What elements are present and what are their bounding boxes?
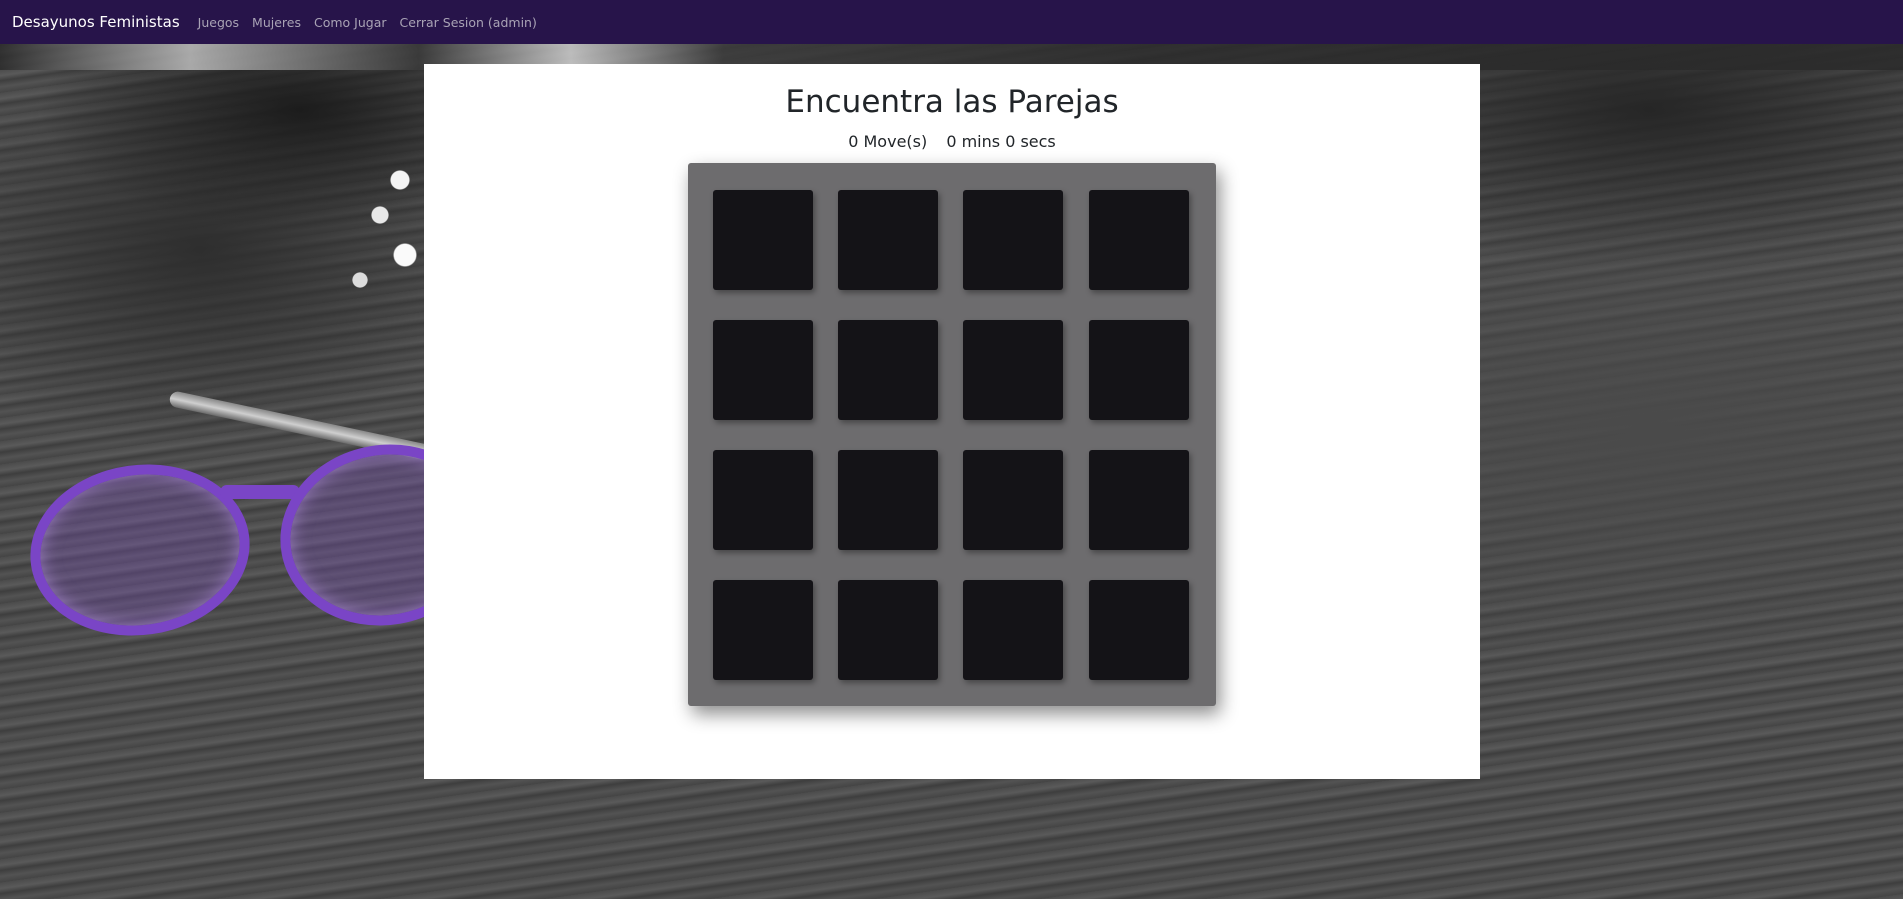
memory-card[interactable]: [838, 580, 938, 680]
memory-card[interactable]: [1089, 320, 1189, 420]
memory-card[interactable]: [713, 190, 813, 290]
memory-card[interactable]: [963, 190, 1063, 290]
memory-card[interactable]: [963, 450, 1063, 550]
game-panel: Encuentra las Parejas 0 Move(s) 0 mins 0…: [424, 64, 1480, 779]
glasses-bridge: [220, 485, 300, 499]
timer: 0 mins 0 secs: [946, 132, 1056, 151]
card-deck: [688, 163, 1216, 706]
memory-card[interactable]: [838, 450, 938, 550]
glasses-lens-left: [19, 450, 261, 650]
background-glasses: [19, 428, 505, 650]
nav-link-cerrar-sesion[interactable]: Cerrar Sesion (admin): [400, 15, 537, 30]
navbar-brand[interactable]: Desayunos Feministas: [12, 13, 180, 31]
nav-link-juegos[interactable]: Juegos: [198, 15, 239, 30]
memory-card[interactable]: [713, 450, 813, 550]
memory-card[interactable]: [713, 580, 813, 680]
nav-link-mujeres[interactable]: Mujeres: [252, 15, 301, 30]
memory-card[interactable]: [963, 320, 1063, 420]
memory-card[interactable]: [838, 320, 938, 420]
memory-card[interactable]: [1089, 190, 1189, 290]
memory-card[interactable]: [963, 580, 1063, 680]
memory-card[interactable]: [1089, 580, 1189, 680]
nav-link-como-jugar[interactable]: Como Jugar: [314, 15, 387, 30]
memory-card[interactable]: [713, 320, 813, 420]
page-title: Encuentra las Parejas: [785, 84, 1119, 120]
score-panel: 0 Move(s) 0 mins 0 secs: [424, 132, 1480, 151]
moves-counter: 0 Move(s): [848, 132, 928, 151]
memory-card[interactable]: [1089, 450, 1189, 550]
top-navbar: Desayunos Feministas Juegos Mujeres Como…: [0, 0, 1903, 44]
background-flowers: [340, 160, 430, 300]
memory-card[interactable]: [838, 190, 938, 290]
